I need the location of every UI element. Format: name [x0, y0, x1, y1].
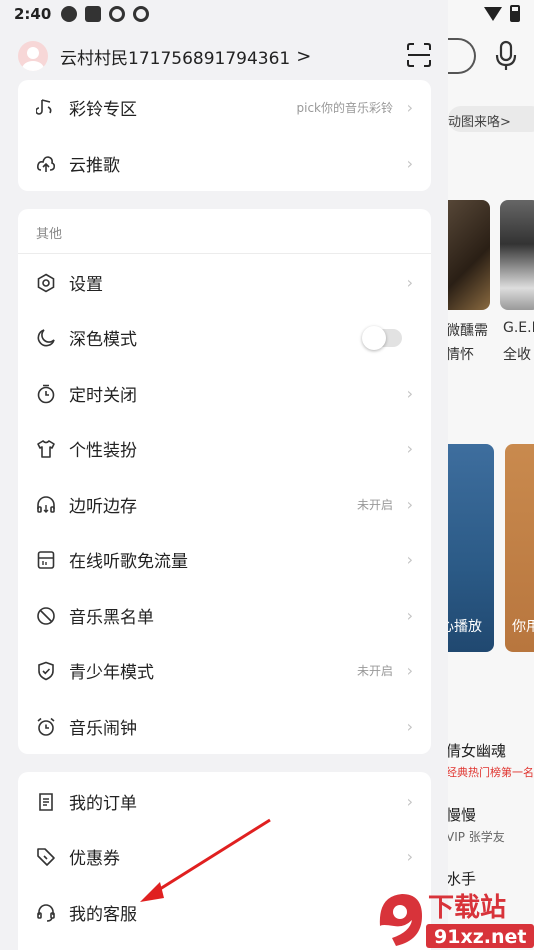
notification-icon: [85, 6, 102, 22]
status-right: [484, 5, 520, 22]
username[interactable]: 云村村民17175689179436​1: [60, 44, 290, 69]
playlist-caption: 微醺需: [446, 323, 488, 339]
menu-item-alarm[interactable]: 音乐闹钟 ›: [18, 699, 431, 754]
feature-card-label: 你用: [512, 619, 534, 635]
song-subtitle: 经典热门榜第一名: [446, 766, 534, 779]
menu-item-label: 音乐闹钟: [69, 719, 137, 739]
menu-item-cloud-push[interactable]: 云推歌 ›: [18, 136, 431, 191]
coupon-icon: [37, 847, 55, 866]
menu-item-settings[interactable]: 设置 ›: [18, 255, 431, 310]
menu-item-sleep-timer[interactable]: 定时关闭 ›: [18, 366, 431, 421]
notification-icon: [61, 6, 78, 22]
microphone-icon[interactable]: [494, 40, 518, 72]
song-subtitle: VIP 张学友: [446, 830, 505, 844]
menu-item-label: 优惠券: [69, 849, 120, 869]
scan-icon[interactable]: [406, 42, 432, 68]
chevron-right-icon: ›: [406, 439, 413, 458]
order-icon: [39, 792, 53, 811]
avatar[interactable]: [18, 41, 48, 71]
menu-item-blacklist[interactable]: 音乐黑名单 ›: [18, 588, 431, 643]
chevron-right-icon: ›: [406, 847, 413, 866]
menu-item-label: 我的客服: [69, 905, 137, 925]
menu-item-label: 深色模式: [69, 330, 137, 350]
services-card: 彩铃专区 pick你的音乐彩铃 › 云推歌 ›: [18, 80, 431, 191]
menu-item-dark-mode[interactable]: 深色模式: [18, 310, 431, 365]
song-title[interactable]: 倩女幽魂: [446, 740, 506, 761]
menu-item-label: 云推歌: [69, 156, 120, 176]
menu-item-label: 定时关闭: [69, 386, 137, 406]
menu-item-theme[interactable]: 个性装扮 ›: [18, 421, 431, 476]
headphones-download-icon: [37, 495, 55, 513]
annotation-arrow: [140, 818, 271, 902]
site-watermark-logo: 下载站 91xz.net: [379, 893, 534, 948]
chevron-right-icon: ›: [406, 495, 413, 514]
ringtone-icon: [36, 98, 52, 115]
other-settings-card: 其他 设置 › 深色模式 定时关闭 › 个性装扮 › 边听边存 未开启 › 在线…: [18, 209, 431, 754]
menu-item-ringtone[interactable]: 彩铃专区 pick你的音乐彩铃 ›: [18, 80, 431, 135]
tshirt-icon: [37, 439, 55, 458]
menu-item-label: 彩铃专区: [69, 100, 137, 120]
menu-item-label: 我的订单: [69, 794, 137, 814]
chevron-right-icon: >: [296, 45, 312, 67]
side-drawer: 云村村民17175689179436​1 > 彩铃专区 pick你的音乐彩铃 ›…: [0, 0, 448, 950]
chevron-right-icon: ›: [406, 792, 413, 811]
chevron-right-icon: ›: [406, 273, 413, 292]
dark-mode-toggle[interactable]: [362, 325, 402, 350]
menu-item-label: 音乐黑名单: [69, 608, 154, 628]
notification-icon: [133, 6, 150, 22]
chevron-right-icon: ›: [406, 98, 413, 117]
menu-item-label: 在线听歌免流量: [69, 552, 188, 572]
section-title: 其他: [36, 227, 63, 242]
menu-item-teen-mode[interactable]: 青少年模式 未开启 ›: [18, 643, 431, 698]
playlist-caption: G.E.M: [503, 320, 534, 336]
chevron-right-icon: ›: [406, 606, 413, 625]
settings-icon: [37, 273, 55, 292]
cloud-push-icon: [37, 155, 56, 172]
playlist-cover[interactable]: [500, 200, 534, 310]
svg-text:91xz.net: 91xz.net: [434, 926, 526, 948]
menu-item-hint: pick你的音乐彩铃: [296, 101, 394, 115]
menu-item-label: 设置: [69, 275, 103, 295]
chevron-right-icon: ›: [406, 661, 413, 680]
song-title[interactable]: 慢慢: [446, 804, 476, 825]
menu-item-label: 边听边存: [69, 497, 137, 517]
wifi-icon: [484, 6, 502, 21]
alarm-icon: [37, 717, 55, 736]
divider: [18, 253, 431, 254]
menu-item-hint: 未开启: [356, 664, 393, 678]
chevron-right-icon: ›: [406, 154, 413, 173]
chevron-right-icon: ›: [406, 717, 413, 736]
block-icon: [37, 606, 55, 625]
playlist-caption: 全收: [503, 347, 531, 363]
menu-item-label: 个性装扮: [69, 441, 137, 461]
chevron-right-icon: ›: [406, 384, 413, 403]
status-time: 2:40: [14, 5, 52, 23]
menu-item-label: 青少年模式: [69, 663, 154, 683]
moon-icon: [37, 328, 55, 346]
svg-text:下载站: 下载站: [428, 893, 506, 923]
customer-service-icon: [37, 903, 55, 922]
playlist-caption: 情怀: [446, 347, 474, 363]
chevron-right-icon: ›: [406, 550, 413, 569]
timer-icon: [37, 384, 55, 403]
menu-item-hint: 未开启: [356, 498, 393, 512]
notification-icon: [109, 6, 126, 22]
sim-card-icon: [37, 550, 55, 569]
menu-item-free-data[interactable]: 在线听歌免流量 ›: [18, 532, 431, 587]
menu-item-listen-save[interactable]: 边听边存 未开启 ›: [18, 477, 431, 532]
battery-icon: [510, 5, 520, 22]
status-bar: 2:40: [0, 0, 534, 28]
shield-icon: [38, 661, 54, 680]
banner-chip[interactable]: 动图来咯>: [448, 106, 534, 132]
user-header[interactable]: 云村村民17175689179436​1 >: [0, 28, 448, 84]
